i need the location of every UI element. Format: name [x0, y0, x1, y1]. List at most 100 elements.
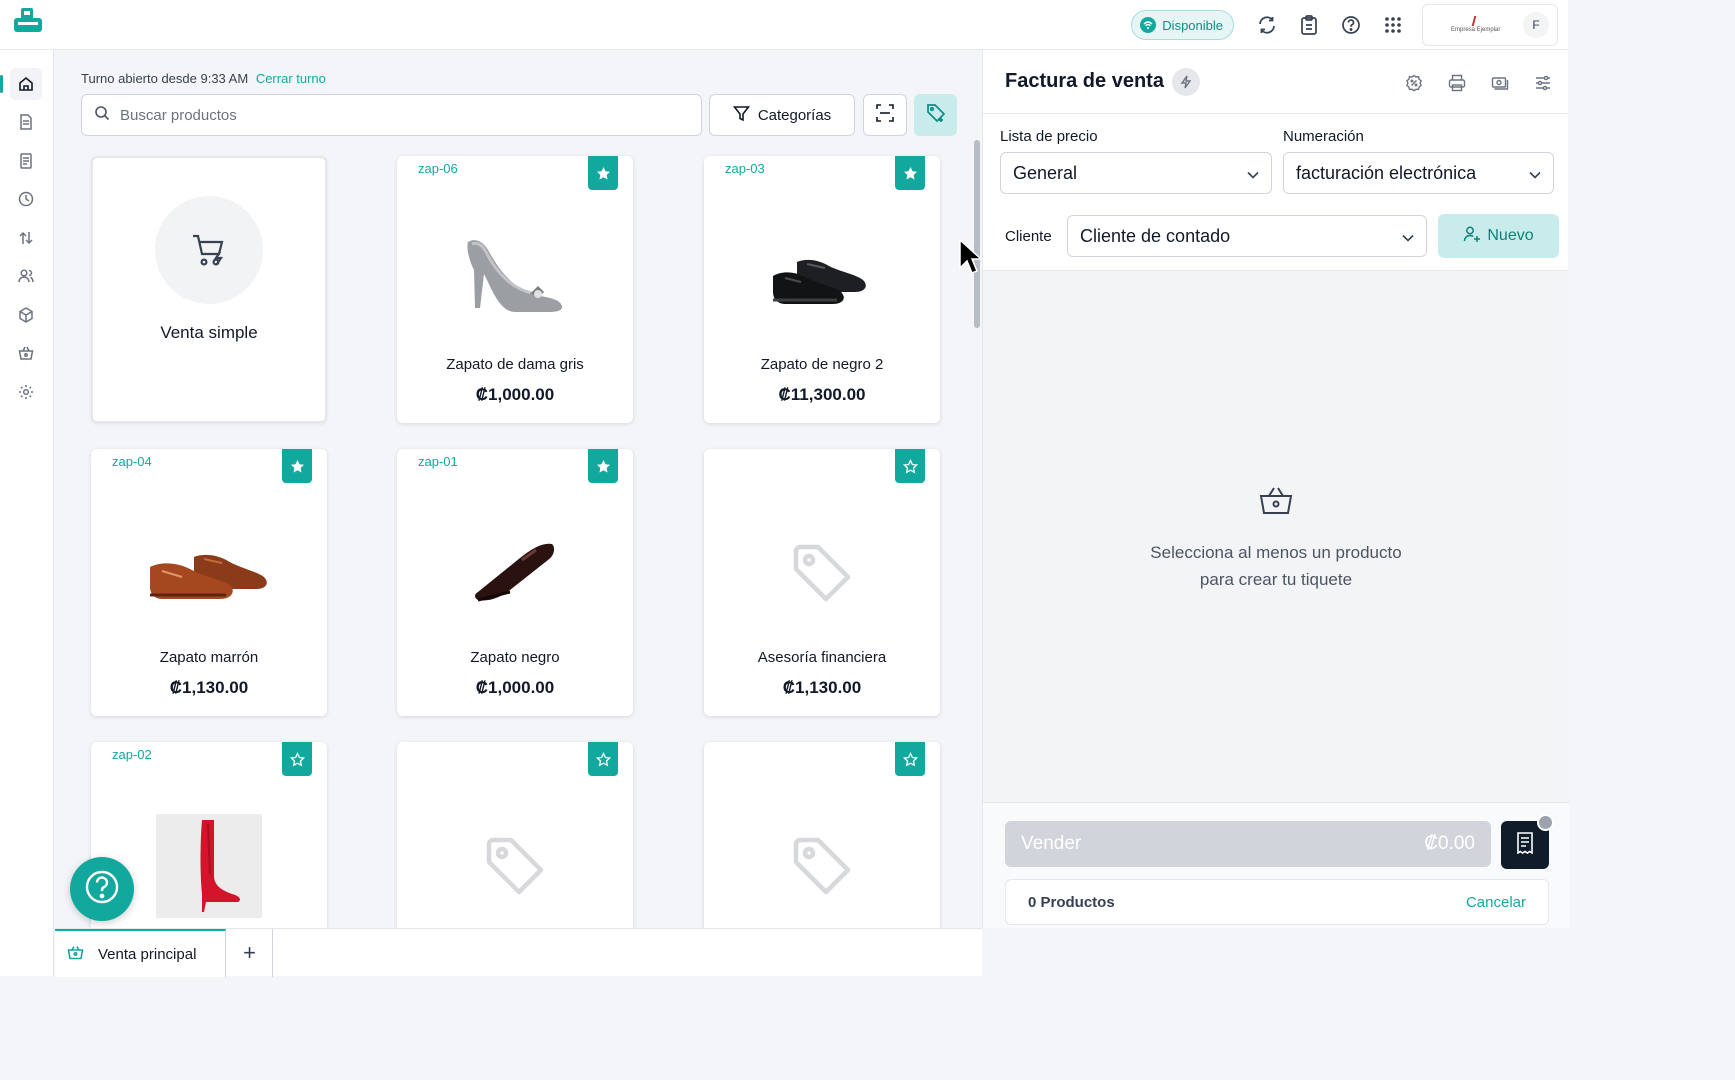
product-card[interactable]: zap-04 Zapato marrón ₡1,130.00: [91, 449, 327, 716]
invoice-footer: Vender ₡0.00 0 Productos Cancelar: [983, 802, 1569, 928]
catalog-scrollbar[interactable]: [974, 140, 980, 328]
tag-plus-icon: [926, 103, 946, 128]
categories-button[interactable]: Categorías: [709, 94, 855, 136]
new-client-button[interactable]: Nuevo: [1438, 214, 1559, 258]
company-switcher[interactable]: Empresa Ejemplar F: [1422, 4, 1558, 46]
sell-total: ₡0.00: [1424, 833, 1475, 854]
product-price: ₡1,130.00: [169, 678, 249, 697]
receipt-icon[interactable]: [10, 145, 42, 177]
shift-info: Turno abierto desde 9:33 AM Cerrar turno: [81, 71, 326, 86]
close-shift-link[interactable]: Cerrar turno: [256, 71, 326, 86]
client-label: Cliente: [1005, 228, 1052, 245]
product-catalog: Turno abierto desde 9:33 AM Cerrar turno…: [55, 50, 982, 928]
help-icon[interactable]: [1330, 4, 1372, 46]
top-bar: Disponible Empresa Ejemplar F: [0, 0, 1568, 50]
receipt-icon: [1516, 831, 1534, 859]
price-list-label: Lista de precio: [1000, 128, 1098, 145]
star-filled-icon[interactable]: [282, 449, 312, 483]
product-ref: zap-02: [112, 747, 152, 762]
lightning-icon[interactable]: [1172, 68, 1200, 96]
status-label: Disponible: [1162, 17, 1223, 33]
add-tab-button[interactable]: +: [227, 929, 273, 977]
cart-summary: 0 Productos Cancelar: [1005, 879, 1549, 925]
cancel-link[interactable]: Cancelar: [1466, 894, 1526, 911]
avatar[interactable]: F: [1523, 12, 1549, 38]
client-value: Cliente de contado: [1080, 225, 1231, 246]
search-icon: [94, 105, 110, 126]
basket-icon: [1259, 486, 1293, 521]
numbering-label: Numeración: [1283, 128, 1364, 145]
new-client-label: Nuevo: [1487, 227, 1534, 244]
star-outline-icon[interactable]: [895, 742, 925, 776]
star-filled-icon[interactable]: [895, 156, 925, 190]
categories-label: Categorías: [757, 106, 832, 124]
product-name: Zapato de dama gris: [446, 356, 584, 373]
product-image-gray-heel: [397, 200, 633, 360]
wifi-icon: [1140, 17, 1157, 33]
empty-line-2: para crear tu tiquete: [1199, 570, 1353, 589]
sync-icon[interactable]: [1246, 4, 1288, 46]
numbering-value: facturación electrónica: [1296, 162, 1477, 183]
product-card[interactable]: zap-01 Zapato negro ₡1,000.00: [397, 449, 633, 716]
barcode-scan-button[interactable]: [863, 94, 907, 136]
invoice-items-area: Selecciona al menos un producto para cre…: [983, 270, 1569, 802]
printer-icon[interactable]: [1438, 64, 1475, 101]
product-card[interactable]: zap-03 Zapato de negro 2 ₡11,300.00: [704, 156, 940, 423]
sell-button[interactable]: Vender ₡0.00: [1005, 821, 1491, 867]
status-badge[interactable]: Disponible: [1131, 10, 1234, 40]
document-icon[interactable]: [10, 106, 42, 138]
mouse-cursor-icon: [958, 238, 984, 281]
home-icon[interactable]: [0, 68, 42, 100]
settings-icon[interactable]: [10, 376, 42, 408]
search-input[interactable]: [120, 106, 680, 124]
sliders-icon[interactable]: [1524, 64, 1561, 101]
tab-venta-principal[interactable]: Venta principal: [55, 929, 226, 977]
product-image-brown-brogue: [91, 493, 327, 653]
product-price: ₡11,300.00: [778, 385, 866, 404]
client-select[interactable]: Cliente de contado: [1067, 215, 1427, 257]
product-card[interactable]: zap-06 Zapato de dama gris ₡1,000.00: [397, 156, 633, 423]
simple-sale-card[interactable]: Venta simple: [91, 156, 327, 423]
empty-cart-message: Selecciona al menos un producto para cre…: [983, 539, 1569, 593]
star-outline-icon[interactable]: [895, 449, 925, 483]
product-image-black-derby: [704, 200, 940, 360]
cart-bolt-icon: [155, 196, 263, 304]
product-card[interactable]: [704, 742, 940, 928]
cash-icon[interactable]: [1481, 64, 1518, 101]
numbering-select[interactable]: facturación electrónica: [1283, 152, 1554, 194]
chevron-down-icon: [1529, 163, 1541, 184]
product-name: Zapato negro: [470, 649, 560, 666]
star-outline-icon[interactable]: [588, 742, 618, 776]
product-card[interactable]: [397, 742, 633, 928]
app-logo-icon[interactable]: [12, 6, 44, 34]
product-name: Zapato marrón: [159, 649, 259, 666]
price-tag-button[interactable]: [914, 94, 957, 136]
shift-text: Turno abierto desde 9:33 AM: [81, 71, 249, 86]
basket-icon[interactable]: [10, 337, 42, 369]
tab-label: Venta principal: [98, 945, 197, 963]
product-card[interactable]: Asesoría financiera ₡1,130.00: [704, 449, 940, 716]
help-circle-icon: [83, 868, 121, 911]
invoice-title: Factura de venta: [1005, 70, 1164, 92]
simple-sale-label: Venta simple: [160, 323, 258, 342]
discount-icon[interactable]: [1395, 64, 1432, 101]
price-list-select[interactable]: General: [1000, 152, 1272, 194]
star-outline-icon[interactable]: [282, 742, 312, 776]
users-icon[interactable]: [10, 260, 42, 292]
product-name: Zapato de negro 2: [760, 356, 884, 373]
star-filled-icon[interactable]: [588, 156, 618, 190]
search-box[interactable]: [81, 94, 702, 136]
star-filled-icon[interactable]: [588, 449, 618, 483]
clipboard-icon[interactable]: [1288, 4, 1330, 46]
help-chat-button[interactable]: [70, 857, 134, 921]
chevron-down-icon: [1402, 226, 1414, 247]
filter-icon: [732, 105, 750, 126]
product-ref: zap-03: [725, 161, 765, 176]
box-icon[interactable]: [10, 299, 42, 331]
transfer-icon[interactable]: [10, 222, 42, 254]
invoice-header: Factura de venta: [983, 50, 1569, 114]
apps-grid-icon[interactable]: [1372, 4, 1414, 46]
chevron-down-icon: [1247, 163, 1259, 184]
clock-icon[interactable]: [10, 183, 42, 215]
product-image-black-loafer: [397, 493, 633, 653]
